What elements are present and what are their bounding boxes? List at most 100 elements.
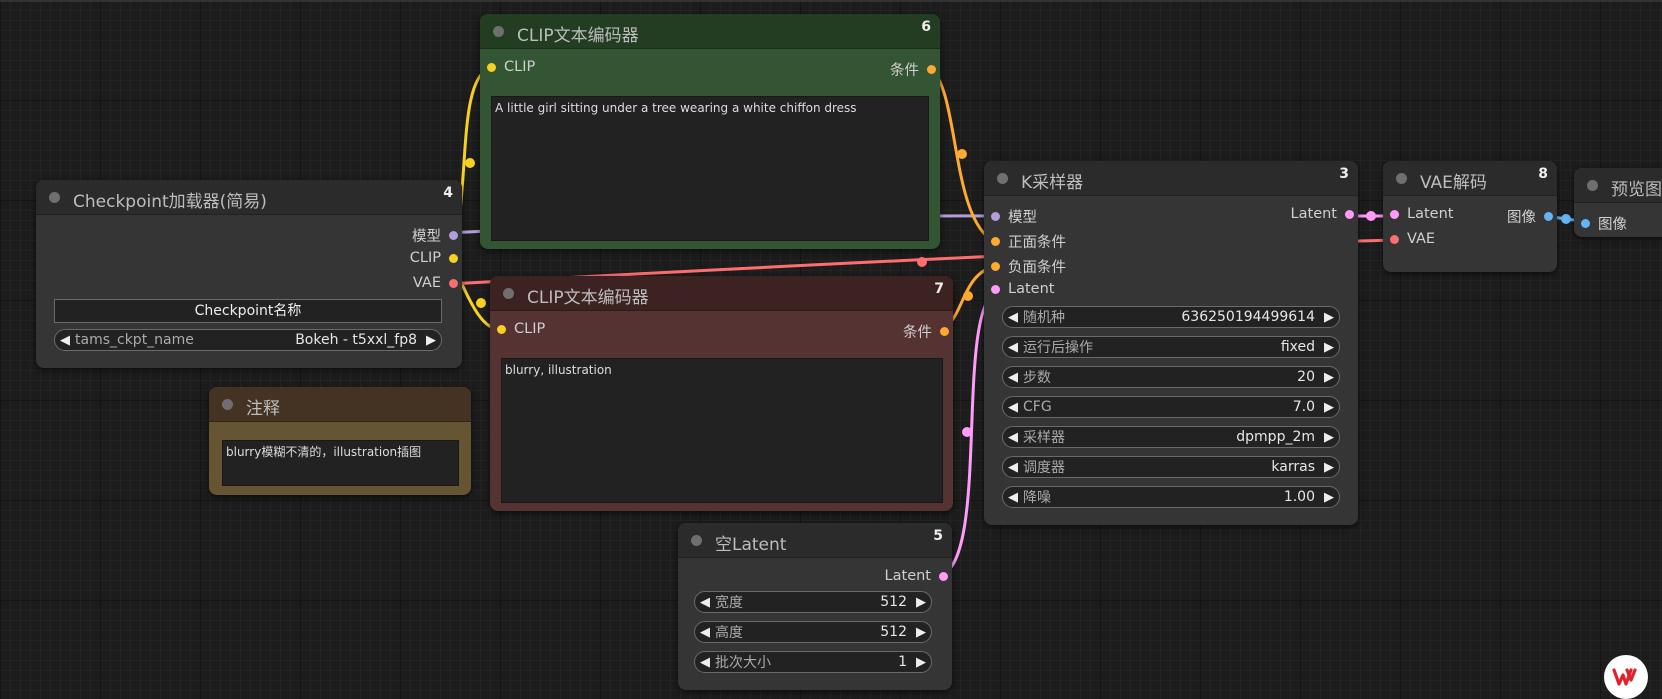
arrow-right-icon[interactable]: ▶ (911, 655, 931, 670)
collapse-dot-icon[interactable] (503, 288, 514, 299)
vae-slot-icon[interactable] (1390, 234, 1399, 244)
collapse-dot-icon[interactable] (1396, 173, 1407, 184)
input-latent[interactable]: Latent (991, 281, 1054, 297)
node-title: 注释 (246, 399, 280, 419)
conditioning-slot-icon[interactable] (927, 65, 936, 74)
top-border (0, 0, 1662, 2)
node-title: K采样器 (1021, 173, 1084, 193)
node-title: 预览图 (1611, 180, 1662, 200)
arrow-right-icon[interactable]: ▶ (421, 333, 441, 348)
node-id: 6 (921, 19, 931, 35)
node-title: 空Latent (715, 535, 787, 555)
arrow-right-icon[interactable]: ▶ (1319, 460, 1339, 475)
arrow-right-icon[interactable]: ▶ (1319, 310, 1339, 325)
collapse-dot-icon[interactable] (997, 173, 1008, 184)
node-id: 8 (1538, 166, 1548, 182)
conditioning-slot-icon[interactable] (940, 327, 949, 336)
cfg-widget[interactable]: ◀ CFG 7.0 ▶ (1002, 396, 1340, 418)
image-slot-icon[interactable] (1581, 219, 1590, 228)
collapse-dot-icon[interactable] (493, 26, 504, 37)
clip-slot-icon[interactable] (487, 62, 496, 72)
arrow-right-icon[interactable]: ▶ (1319, 400, 1339, 415)
output-clip[interactable]: CLIP (410, 250, 458, 266)
node-id: 3 (1339, 166, 1349, 182)
clip-encoder-positive-node[interactable]: CLIP文本编码器 6 CLIP 条件 A little girl sittin… (480, 14, 940, 249)
ksampler-node[interactable]: K采样器 3 模型 正面条件 负面条件 Latent Latent ◀ 随机种 … (984, 161, 1358, 525)
arrow-left-icon[interactable]: ◀ (1003, 400, 1023, 415)
node-id: 5 (933, 528, 943, 544)
output-conditioning[interactable]: 条件 (903, 321, 949, 342)
batch-size-widget[interactable]: ◀ 批次大小 1 ▶ (694, 651, 932, 673)
input-positive[interactable]: 正面条件 (991, 231, 1066, 252)
model-slot-icon[interactable] (991, 212, 1000, 221)
vae-slot-icon[interactable] (449, 278, 458, 288)
output-latent[interactable]: Latent (1291, 206, 1354, 222)
control-after-generate-widget[interactable]: ◀ 运行后操作 fixed ▶ (1002, 336, 1340, 358)
model-slot-icon[interactable] (449, 231, 458, 240)
arrow-left-icon[interactable]: ◀ (1003, 310, 1023, 325)
image-slot-icon[interactable] (1544, 212, 1553, 221)
arrow-right-icon[interactable]: ▶ (911, 595, 931, 610)
steps-widget[interactable]: ◀ 步数 20 ▶ (1002, 366, 1340, 388)
prompt-textarea[interactable]: A little girl sitting under a tree weari… (491, 96, 929, 241)
output-latent[interactable]: Latent (885, 568, 948, 584)
input-clip[interactable]: CLIP (497, 321, 545, 337)
input-clip[interactable]: CLIP (487, 59, 535, 75)
latent-slot-icon[interactable] (939, 571, 948, 581)
input-latent[interactable]: Latent (1390, 206, 1453, 222)
output-model[interactable]: 模型 (412, 225, 458, 246)
collapse-dot-icon[interactable] (691, 535, 702, 546)
scheduler-widget[interactable]: ◀ 调度器 karras ▶ (1002, 456, 1340, 478)
checkpoint-name-label: Checkpoint名称 (54, 299, 442, 323)
empty-latent-node[interactable]: 空Latent 5 Latent ◀ 宽度 512 ▶ ◀ 高度 512 ▶ ◀… (678, 523, 952, 690)
vae-decode-node[interactable]: VAE解码 8 Latent VAE 图像 (1383, 161, 1557, 272)
denoise-widget[interactable]: ◀ 降噪 1.00 ▶ (1002, 486, 1340, 508)
arrow-left-icon[interactable]: ◀ (695, 655, 715, 670)
output-vae[interactable]: VAE (413, 275, 458, 291)
latent-slot-icon[interactable] (991, 284, 1000, 294)
arrow-right-icon[interactable]: ▶ (1319, 370, 1339, 385)
arrow-right-icon[interactable]: ▶ (1319, 430, 1339, 445)
wps-logo-icon[interactable] (1604, 655, 1648, 699)
latent-slot-icon[interactable] (1345, 209, 1354, 219)
clip-slot-icon[interactable] (497, 324, 506, 334)
collapse-dot-icon[interactable] (222, 399, 233, 410)
clip-slot-icon[interactable] (449, 253, 458, 263)
width-widget[interactable]: ◀ 宽度 512 ▶ (694, 591, 932, 613)
conditioning-slot-icon[interactable] (991, 237, 1000, 246)
node-id: 4 (443, 185, 453, 201)
arrow-left-icon[interactable]: ◀ (695, 595, 715, 610)
arrow-left-icon[interactable]: ◀ (55, 333, 75, 348)
clip-encoder-negative-node[interactable]: CLIP文本编码器 7 CLIP 条件 blurry, illustration (490, 276, 953, 511)
input-vae[interactable]: VAE (1390, 231, 1435, 247)
arrow-left-icon[interactable]: ◀ (1003, 340, 1023, 355)
ckpt-name-combo[interactable]: ◀ tams_ckpt_name Bokeh - t5xxl_fp8 ▶ (54, 329, 442, 351)
node-title: CLIP文本编码器 (527, 288, 649, 308)
arrow-right-icon[interactable]: ▶ (1319, 340, 1339, 355)
arrow-left-icon[interactable]: ◀ (1003, 490, 1023, 505)
note-textarea[interactable]: blurry模糊不清的，illustration插图 (222, 440, 459, 486)
arrow-right-icon[interactable]: ▶ (1319, 490, 1339, 505)
arrow-left-icon[interactable]: ◀ (1003, 430, 1023, 445)
output-image[interactable]: 图像 (1507, 206, 1553, 227)
input-image[interactable]: 图像 (1581, 213, 1627, 234)
input-model[interactable]: 模型 (991, 206, 1037, 227)
checkpoint-loader-node[interactable]: Checkpoint加载器(简易) 4 模型 CLIP VAE Checkpoi… (36, 180, 462, 368)
arrow-left-icon[interactable]: ◀ (1003, 370, 1023, 385)
prompt-textarea[interactable]: blurry, illustration (501, 358, 943, 503)
sampler-widget[interactable]: ◀ 采样器 dpmpp_2m ▶ (1002, 426, 1340, 448)
collapse-dot-icon[interactable] (49, 192, 60, 203)
collapse-dot-icon[interactable] (1587, 180, 1598, 191)
arrow-left-icon[interactable]: ◀ (695, 625, 715, 640)
note-node[interactable]: 注释 blurry模糊不清的，illustration插图 (209, 387, 471, 495)
latent-slot-icon[interactable] (1390, 209, 1399, 219)
height-widget[interactable]: ◀ 高度 512 ▶ (694, 621, 932, 643)
input-negative[interactable]: 负面条件 (991, 256, 1066, 277)
seed-widget[interactable]: ◀ 随机种 636250194499614 ▶ (1002, 306, 1340, 328)
output-conditioning[interactable]: 条件 (890, 59, 936, 80)
arrow-left-icon[interactable]: ◀ (1003, 460, 1023, 475)
preview-image-node[interactable]: 预览图 图像 (1574, 168, 1662, 237)
conditioning-slot-icon[interactable] (991, 262, 1000, 271)
arrow-right-icon[interactable]: ▶ (911, 625, 931, 640)
wps-w-icon (1612, 668, 1637, 686)
